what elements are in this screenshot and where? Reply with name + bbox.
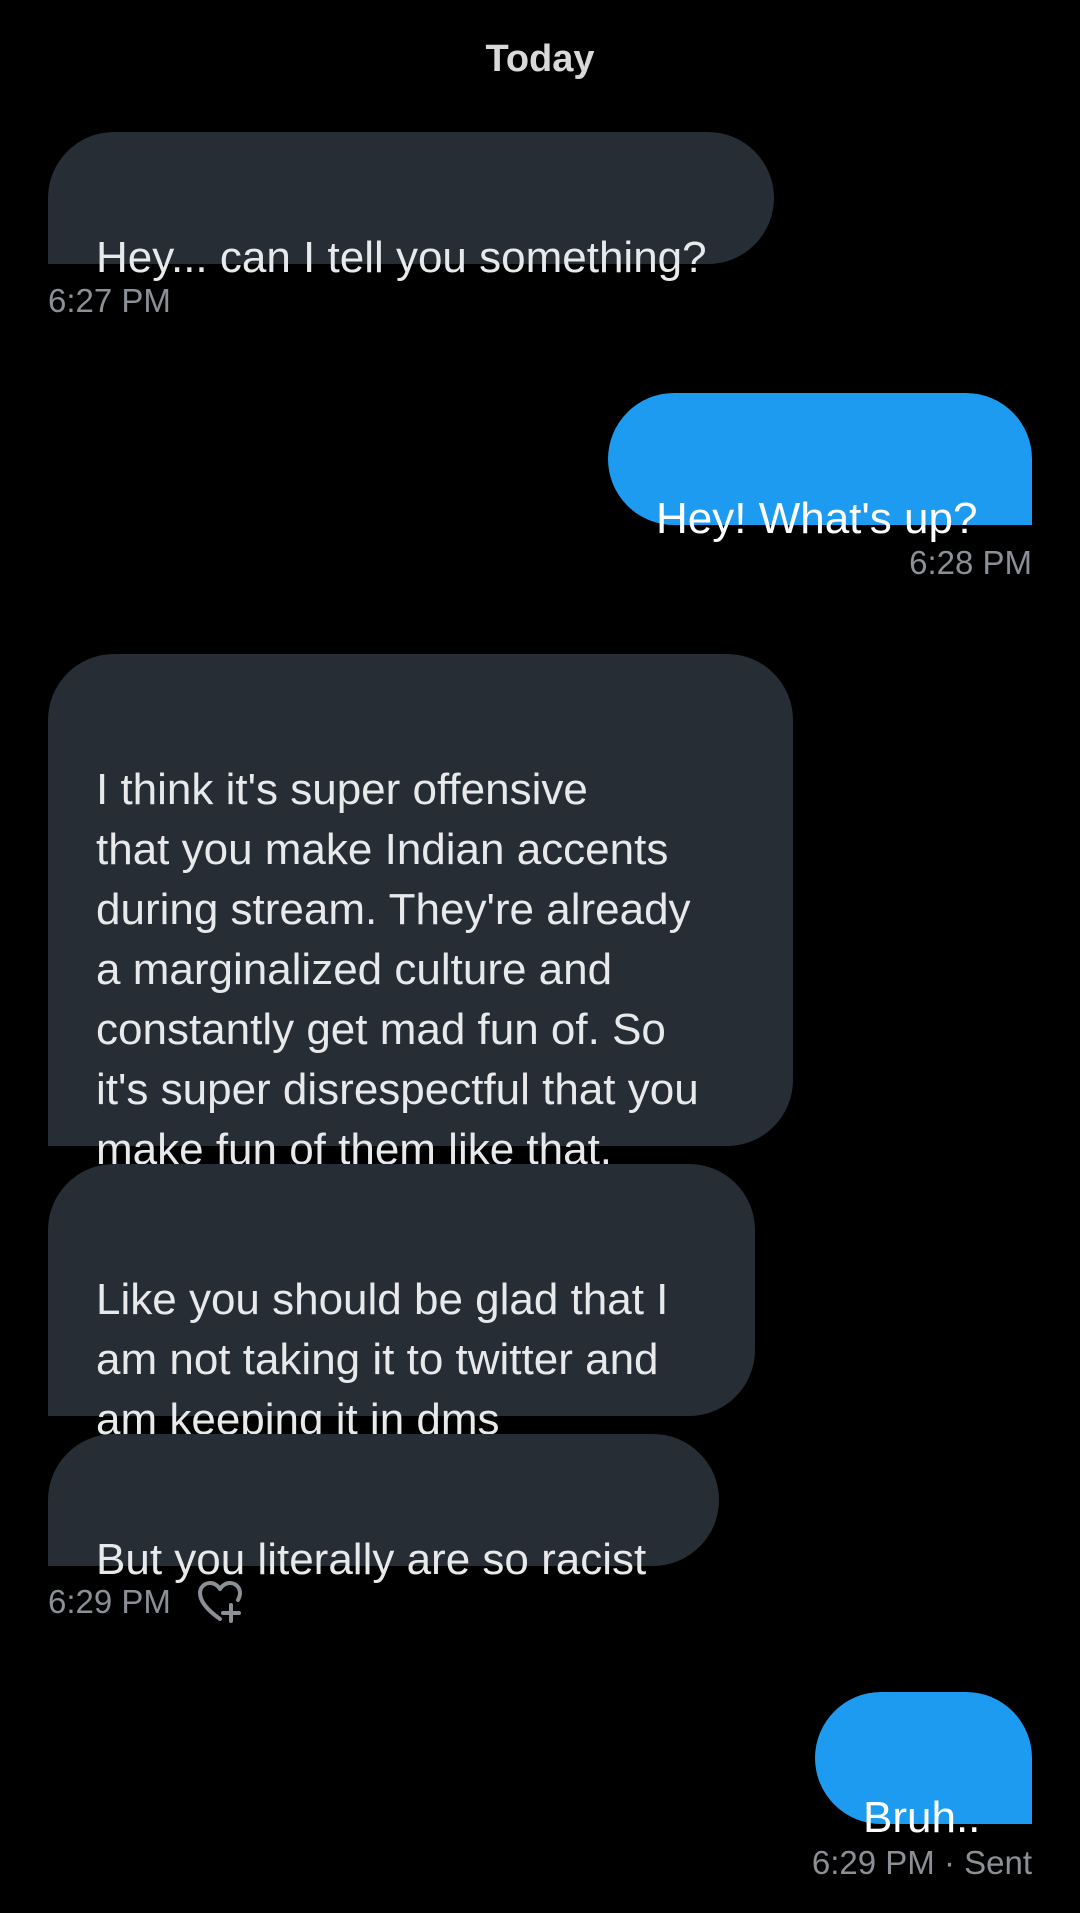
message-bubble-sent[interactable]: Hey! What's up? bbox=[608, 393, 1032, 543]
message-text: Like you should be glad that I am not ta… bbox=[96, 1275, 669, 1444]
message-text: But you literally are so racist bbox=[96, 1535, 647, 1584]
message-bubble-received[interactable]: But you literally are so racist bbox=[48, 1434, 719, 1584]
message-text: I think it's super offensive that you ma… bbox=[96, 765, 699, 1174]
heart-plus-icon[interactable] bbox=[196, 1579, 244, 1625]
message-text: Hey... can I tell you something? bbox=[96, 233, 707, 282]
message-timestamp: 6:29 PM · Sent bbox=[811, 1844, 1032, 1881]
message-bubble-received[interactable]: Hey... can I tell you something? bbox=[48, 132, 774, 282]
message-text: Hey! What's up? bbox=[656, 494, 978, 543]
message-bubble-received[interactable]: I think it's super offensive that you ma… bbox=[48, 654, 793, 1174]
message-timestamp: 6:27 PM bbox=[48, 282, 171, 319]
message-timestamp: 6:29 PM bbox=[48, 1583, 171, 1620]
message-timestamp: 6:28 PM bbox=[909, 544, 1032, 581]
message-bubble-received[interactable]: Like you should be glad that I am not ta… bbox=[48, 1164, 755, 1444]
message-bubble-sent[interactable]: Bruh.. bbox=[815, 1692, 1032, 1842]
message-text: Bruh.. bbox=[863, 1793, 981, 1842]
day-header: Today bbox=[485, 38, 595, 80]
